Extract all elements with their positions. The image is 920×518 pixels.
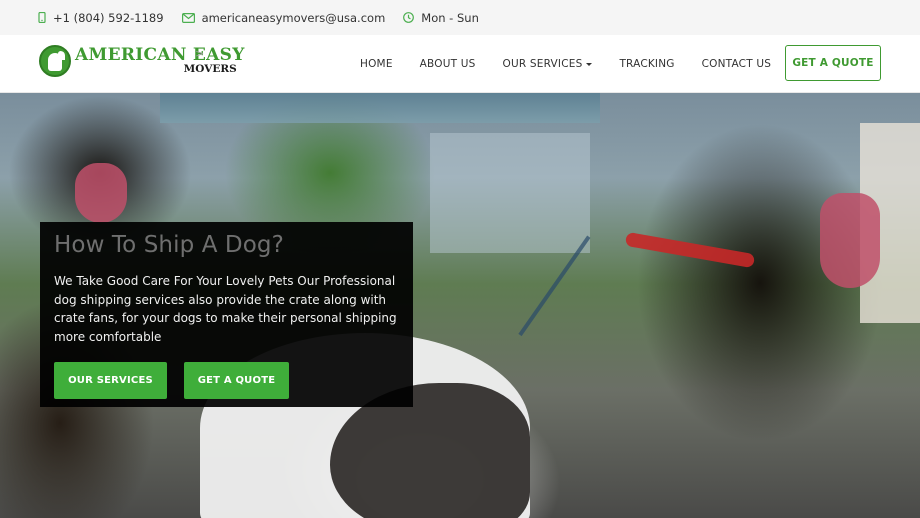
- hero-collar: [624, 231, 756, 269]
- hero-description: We Take Good Care For Your Lovely Pets O…: [54, 274, 397, 344]
- hero-get-quote-button[interactable]: GET A QUOTE: [184, 362, 289, 399]
- nav-home[interactable]: HOME: [360, 58, 393, 70]
- header-get-quote-button[interactable]: GET A QUOTE: [785, 45, 881, 81]
- hero-text-card: How To Ship A Dog? We Take Good Care For…: [40, 222, 413, 407]
- nav-contact-us[interactable]: CONTACT US: [702, 58, 771, 70]
- mobile-phone-icon: [38, 12, 46, 23]
- hero-buttons: OUR SERVICES GET A QUOTE: [54, 362, 289, 399]
- hero-dog-tongue: [820, 193, 880, 288]
- logo-text-line2: MOVERS: [183, 63, 237, 76]
- phone-number[interactable]: +1 (804) 592-1189: [53, 11, 164, 25]
- our-services-button[interactable]: OUR SERVICES: [54, 362, 167, 399]
- hero-title: How To Ship A Dog?: [54, 232, 284, 258]
- logo-arrow-icon: >: [195, 47, 205, 60]
- nav-tracking[interactable]: TRACKING: [619, 58, 674, 70]
- hero-banner: How To Ship A Dog? We Take Good Care For…: [0, 93, 920, 518]
- hero-dog-tongue-left: [75, 163, 127, 223]
- nav-about-us[interactable]: ABOUT US: [420, 58, 476, 70]
- logo-dog-icon: [39, 45, 71, 77]
- clock-icon: [403, 12, 415, 23]
- email-address[interactable]: americaneasymovers@usa.com: [202, 11, 386, 25]
- top-contact-bar: +1 (804) 592-1189 americaneasymovers@usa…: [0, 0, 920, 35]
- nav-our-services[interactable]: OUR SERVICES: [503, 58, 593, 70]
- envelope-icon: [181, 12, 195, 23]
- hours-info: Mon - Sun: [403, 11, 479, 25]
- phone-contact[interactable]: +1 (804) 592-1189: [38, 11, 164, 25]
- main-header: AMERICAN EASY MOVERS > HOME ABOUT US OUR…: [0, 35, 920, 93]
- caret-down-icon: [586, 62, 593, 66]
- hero-bg-building: [430, 133, 590, 253]
- logo-text-line1: AMERICAN EASY: [75, 45, 245, 66]
- hero-bg-roof: [160, 93, 600, 123]
- business-hours: Mon - Sun: [421, 10, 479, 25]
- main-nav: HOME ABOUT US OUR SERVICES TRACKING CONT…: [360, 35, 798, 93]
- email-contact[interactable]: americaneasymovers@usa.com: [181, 11, 386, 25]
- nav-our-services-label: OUR SERVICES: [502, 58, 583, 70]
- site-logo[interactable]: AMERICAN EASY MOVERS: [39, 45, 245, 77]
